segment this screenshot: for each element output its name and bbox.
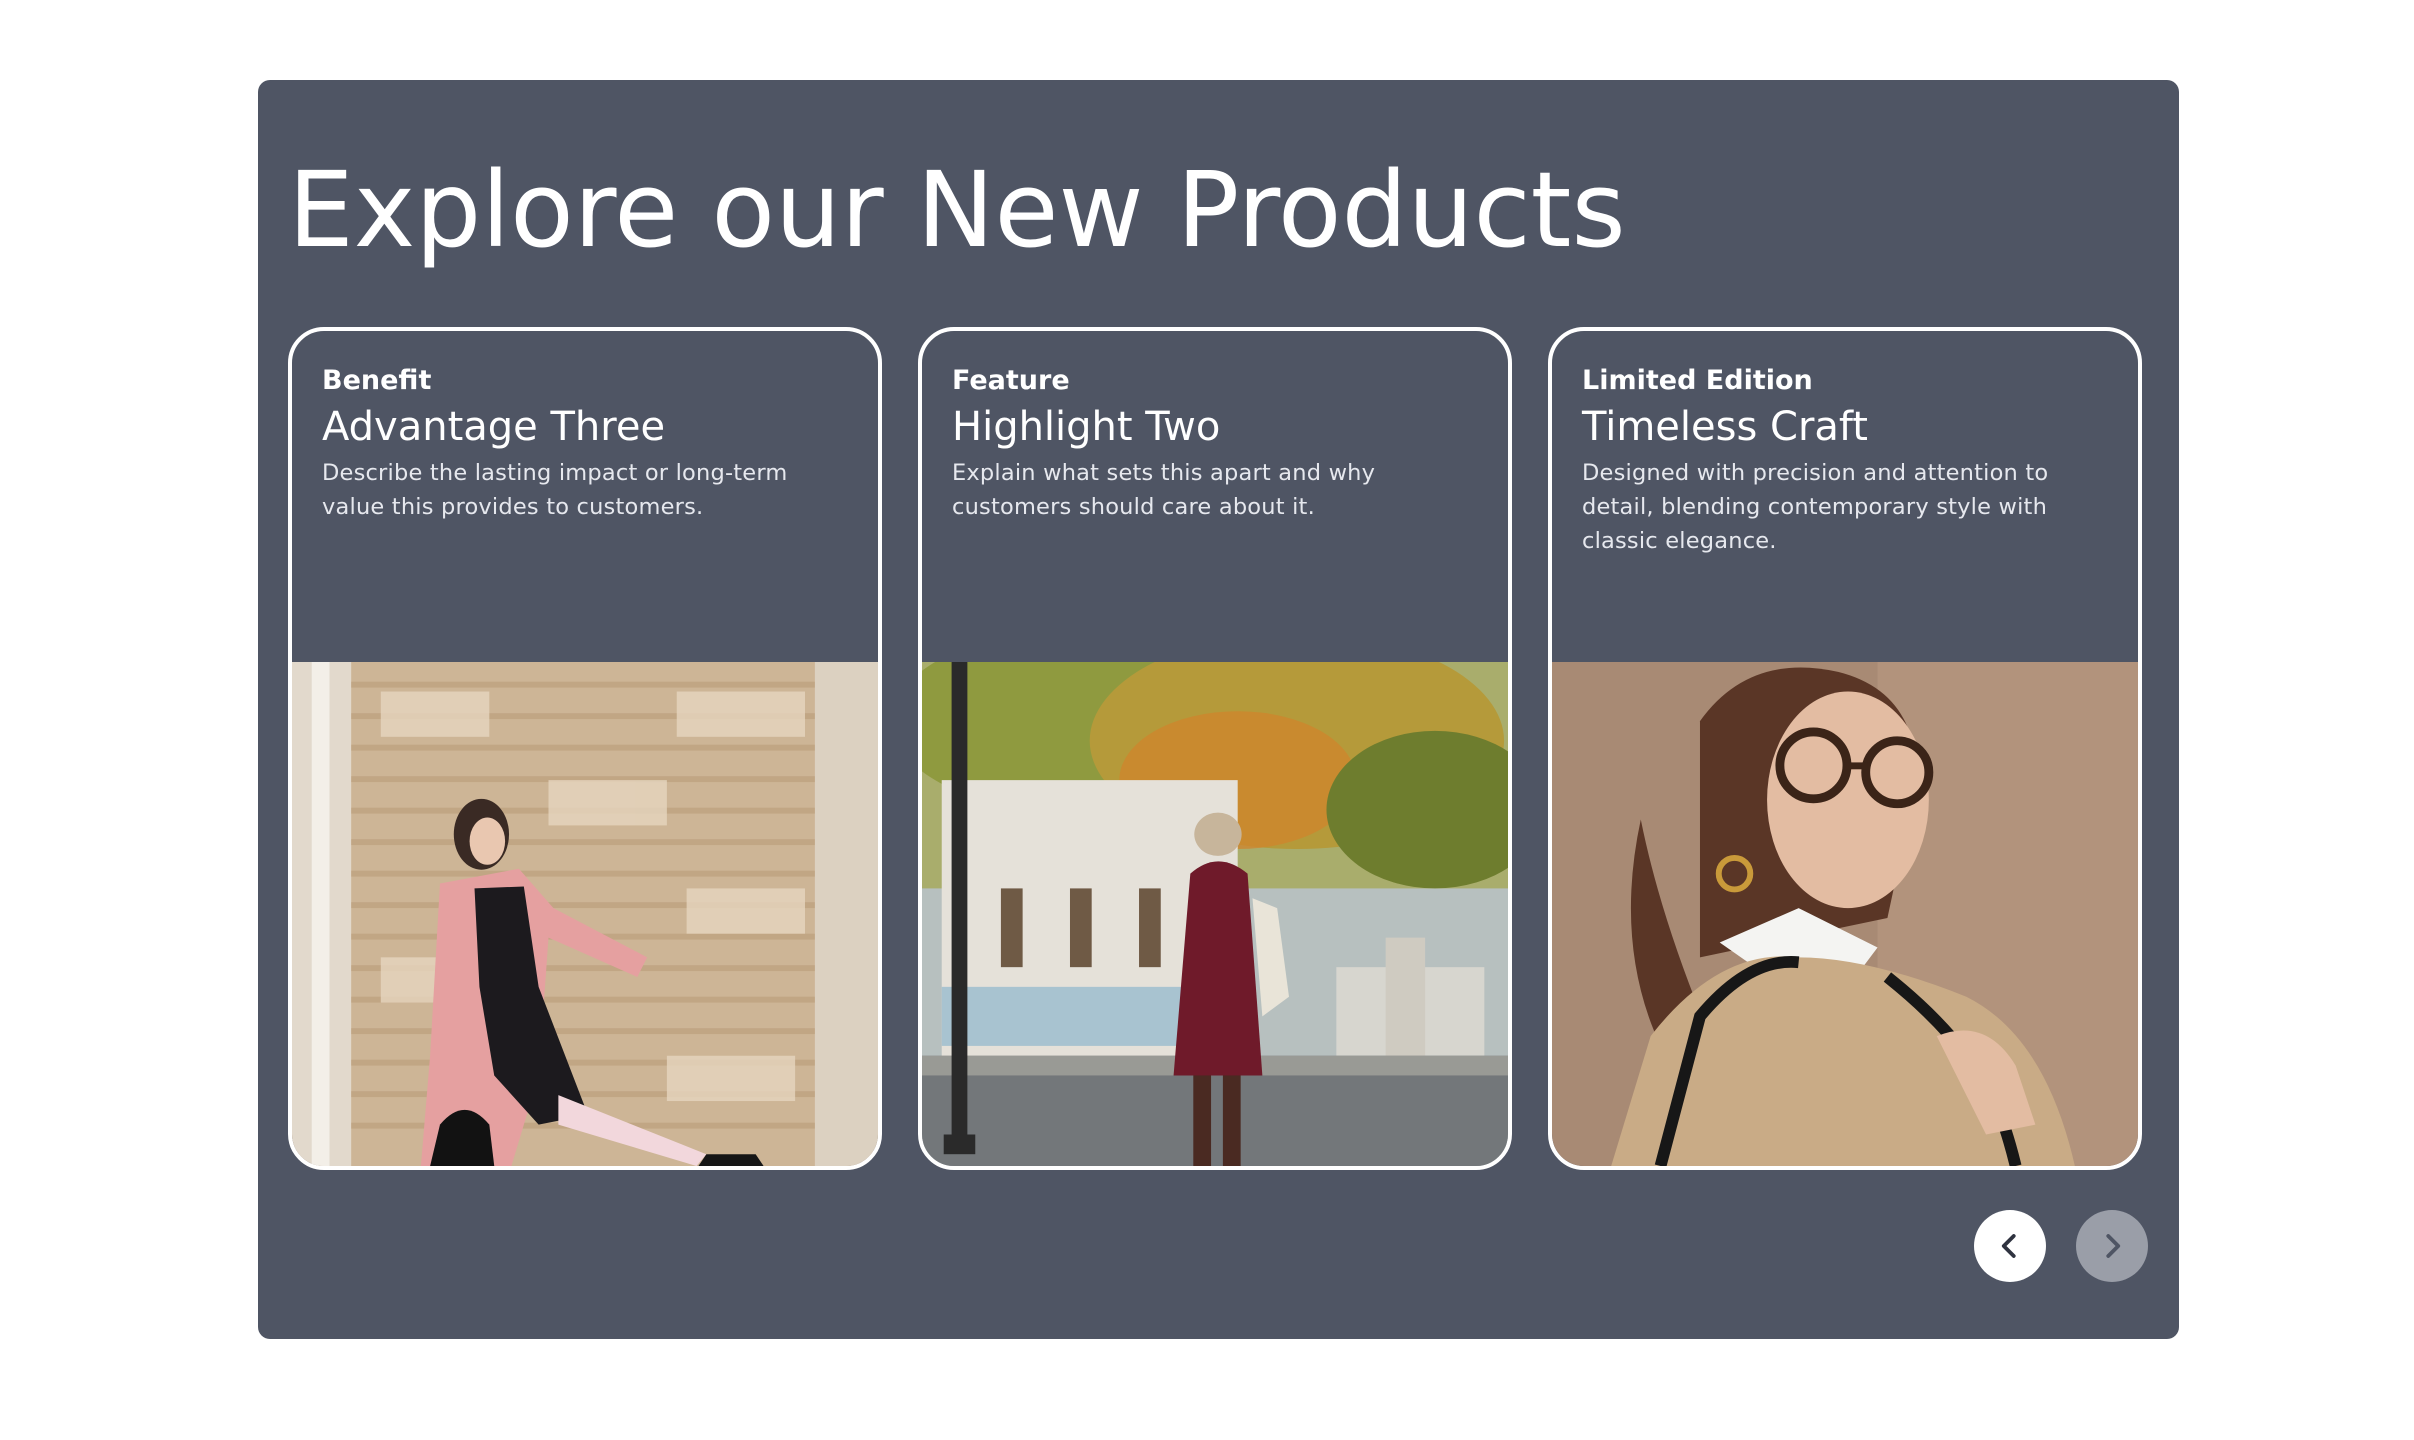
- product-card-advantage-three[interactable]: Benefit Advantage Three Describe the las…: [288, 327, 882, 1170]
- card-eyebrow: Feature: [952, 365, 1070, 396]
- card-heading: Advantage Three: [322, 404, 666, 451]
- product-card-timeless-craft[interactable]: Limited Edition Timeless Craft Designed …: [1548, 327, 2142, 1170]
- card-heading: Timeless Craft: [1582, 404, 1868, 451]
- card-image-woman-street: [922, 662, 1508, 1166]
- card-eyebrow: Benefit: [322, 365, 432, 396]
- photo-illustration: [1552, 662, 2138, 1166]
- chevron-left-icon: [2001, 1234, 2016, 1258]
- photo-illustration: [922, 662, 1508, 1166]
- card-description: Describe the lasting impact or long-term…: [322, 460, 788, 521]
- card-text: Limited Edition Timeless Craft Designed …: [1582, 365, 2108, 559]
- card-description: Designed with precision and attention to…: [1582, 460, 2049, 554]
- card-text: Benefit Advantage Three Describe the las…: [322, 365, 848, 525]
- card-heading: Highlight Two: [952, 404, 1221, 451]
- product-card-highlight-two[interactable]: Feature Highlight Two Explain what sets …: [918, 327, 1512, 1170]
- section-title: Explore our New Products: [288, 149, 1626, 271]
- carousel-prev-button[interactable]: [1974, 1210, 2046, 1282]
- chevron-right-icon: [2106, 1234, 2121, 1258]
- card-image-woman-pink-coat: [292, 662, 878, 1166]
- card-description: Explain what sets this apart and why cus…: [952, 460, 1376, 521]
- photo-illustration: [292, 662, 878, 1166]
- products-section: Explore our New Products Benefit Advanta…: [258, 80, 2179, 1339]
- carousel-next-button[interactable]: [2076, 1210, 2148, 1282]
- card-image-woman-glasses: [1552, 662, 2138, 1166]
- card-text: Feature Highlight Two Explain what sets …: [952, 365, 1478, 525]
- card-eyebrow: Limited Edition: [1582, 365, 1813, 396]
